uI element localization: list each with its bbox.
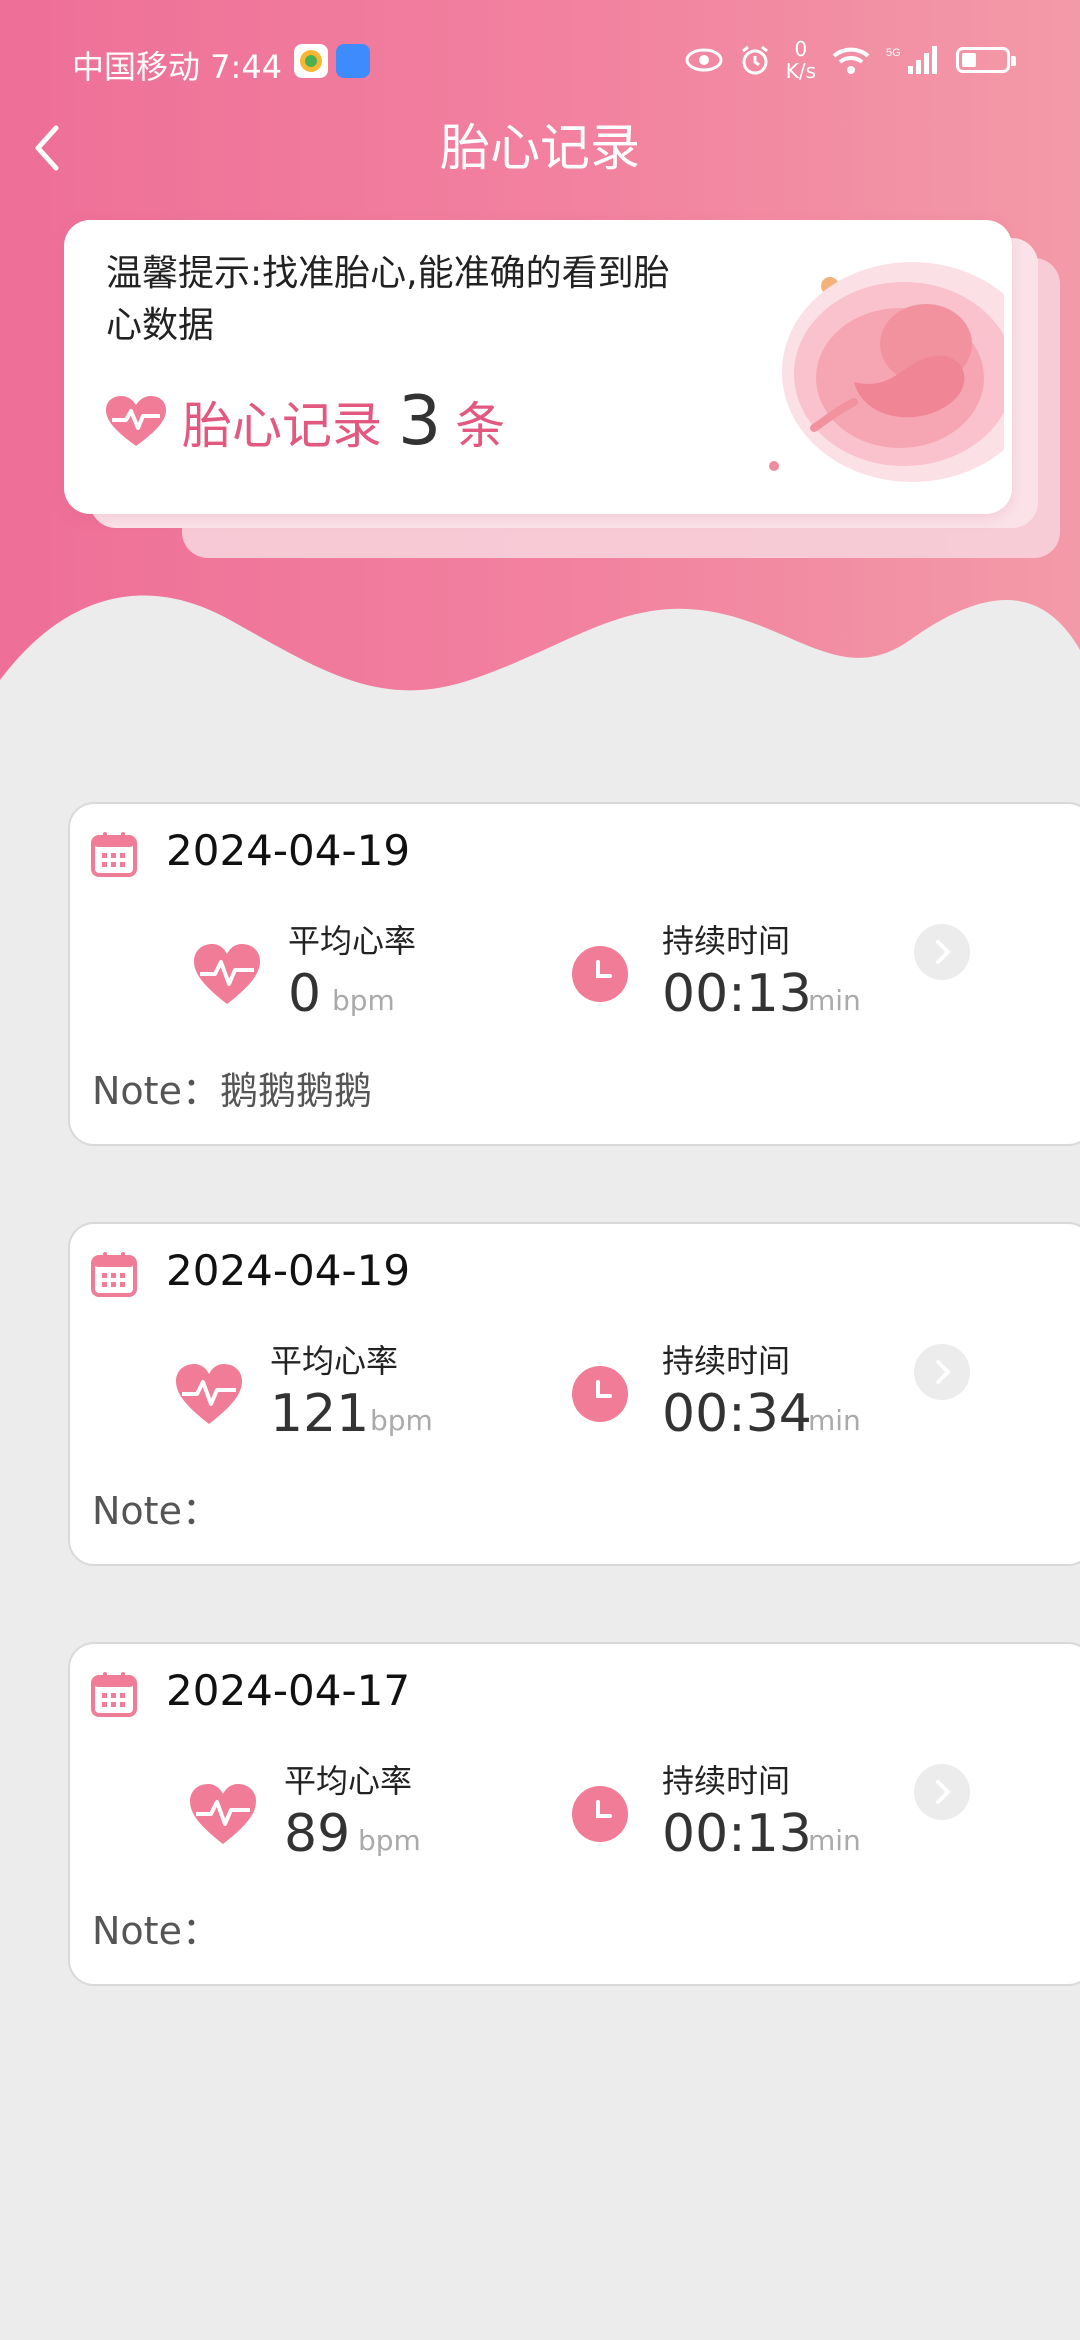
- status-icons: 0 K/s 5G: [684, 37, 1016, 83]
- duration-unit: min: [808, 1404, 861, 1437]
- duration-value: 00:13: [662, 964, 812, 1024]
- status-bar: 中国移动 7:44 0 K/s 5G: [0, 34, 1080, 90]
- clock-icon: [572, 1786, 628, 1842]
- app-badge-icon: [294, 44, 328, 78]
- record-card[interactable]: 2024-04-19 平均心率 121 bpm 持续时间 00:34 min N…: [68, 1222, 1080, 1566]
- duration-label: 持续时间: [662, 1342, 791, 1380]
- record-date: 2024-04-17: [166, 1666, 411, 1715]
- wifi-icon: [832, 47, 870, 74]
- page-title: 胎心记录: [440, 119, 640, 177]
- duration-value: 00:13: [662, 1804, 812, 1864]
- clock-icon: [572, 1366, 628, 1422]
- battery-icon: [956, 47, 1016, 73]
- record-card[interactable]: 2024-04-19 平均心率 0 bpm 持续时间 00:13 min Not…: [68, 802, 1080, 1146]
- record-count: 3: [398, 382, 442, 461]
- heartbeat-icon: [194, 944, 260, 1004]
- duration-unit: min: [808, 1824, 861, 1857]
- calendar-icon: [91, 1252, 137, 1297]
- heart-rate-unit: bpm: [370, 1404, 433, 1437]
- chevron-right-icon[interactable]: [914, 1764, 970, 1820]
- header-wave: [0, 595, 1080, 780]
- app-badge-icon: [336, 44, 370, 78]
- clock-icon: [572, 946, 628, 1002]
- tip-text: 温馨提示:找准胎心,能准确的看到胎心数据: [106, 253, 670, 346]
- calendar-icon: [91, 832, 137, 877]
- avg-heart-rate-label: 平均心率: [288, 922, 417, 960]
- avg-heart-rate-label: 平均心率: [270, 1342, 399, 1380]
- record-card[interactable]: 2024-04-17 平均心率 89 bpm 持续时间 00:13 min No…: [68, 1642, 1080, 1986]
- duration-value: 00:34: [662, 1384, 812, 1444]
- record-note: Note：: [92, 1489, 220, 1533]
- signal-icon: 5G: [886, 46, 937, 74]
- fetus-illustration: [769, 262, 1004, 482]
- avg-heart-rate-value: 0: [288, 964, 322, 1024]
- record-note: Note：鹅鹅鹅鹅: [92, 1069, 372, 1113]
- duration-unit: min: [808, 984, 861, 1017]
- heartbeat-icon: [106, 395, 166, 446]
- record-date: 2024-04-19: [166, 1246, 411, 1295]
- heart-rate-unit: bpm: [332, 984, 395, 1017]
- heart-rate-unit: bpm: [358, 1824, 421, 1857]
- avg-heart-rate-label: 平均心率: [284, 1762, 413, 1800]
- heartbeat-icon: [176, 1364, 242, 1424]
- eye-icon: [685, 48, 723, 72]
- calendar-icon: [91, 1672, 137, 1717]
- count-unit: 条: [455, 396, 506, 455]
- avg-heart-rate-value: 89: [284, 1804, 351, 1864]
- alarm-icon: [741, 45, 768, 75]
- heartbeat-icon: [190, 1784, 256, 1844]
- record-count-row: 胎心记录 3 条: [104, 382, 505, 461]
- chevron-right-icon[interactable]: [914, 1344, 970, 1400]
- chevron-right-icon[interactable]: [914, 924, 970, 980]
- tip-card: 温馨提示:找准胎心,能准确的看到胎心数据 胎心记录 3 条: [64, 220, 1012, 514]
- duration-label: 持续时间: [662, 922, 791, 960]
- svg-text:5G: 5G: [886, 47, 901, 59]
- record-note: Note：: [92, 1909, 220, 1953]
- avg-heart-rate-value: 121: [270, 1384, 370, 1444]
- record-date: 2024-04-19: [166, 826, 411, 875]
- duration-label: 持续时间: [662, 1762, 791, 1800]
- carrier-time: 中国移动 7:44: [72, 48, 283, 86]
- net-speed: 0 K/s: [785, 37, 816, 83]
- count-label: 胎心记录: [182, 396, 382, 455]
